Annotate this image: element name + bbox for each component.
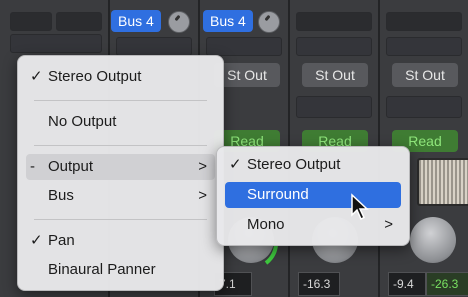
send-slot[interactable]: [386, 12, 462, 31]
insert-slot[interactable]: [56, 12, 102, 31]
send-slot[interactable]: [296, 12, 372, 31]
menu-separator: [34, 219, 207, 220]
menu-item-mono[interactable]: Mono >: [225, 212, 401, 238]
chevron-right-icon: >: [198, 187, 207, 204]
checkmark-icon: ✓: [30, 68, 43, 85]
group-slot[interactable]: [296, 96, 372, 118]
menu-item-label: Binaural Panner: [48, 261, 156, 278]
menu-item-label: Output: [48, 158, 94, 175]
send-level-knob[interactable]: [168, 11, 190, 33]
pan-knob[interactable]: [410, 217, 456, 263]
send-slot[interactable]: [10, 34, 102, 53]
menu-item-label: No Output: [48, 113, 117, 130]
checkmark-icon: ✓: [229, 156, 242, 173]
menu-item-surround[interactable]: Surround: [225, 182, 401, 208]
send-slot[interactable]: [296, 37, 372, 56]
send-level-knob[interactable]: [258, 11, 280, 33]
menu-item-no-output[interactable]: No Output: [26, 109, 215, 135]
menu-item-label: Stereo Output: [48, 68, 142, 85]
output-button[interactable]: St Out: [302, 63, 368, 87]
peak-value[interactable]: -26.3: [426, 272, 468, 296]
menu-item-label: Stereo Output: [247, 156, 341, 173]
output-submenu: ✓ Stereo Output Surround Mono >: [216, 146, 410, 246]
amp-icon[interactable]: [417, 158, 468, 206]
checkmark-icon: ✓: [30, 232, 43, 249]
menu-item-bus[interactable]: Bus >: [26, 183, 215, 209]
chevron-right-icon: >: [198, 158, 207, 175]
volume-value[interactable]: -9.4: [388, 272, 426, 296]
menu-item-label: Pan: [48, 232, 75, 249]
menu-separator: [34, 145, 207, 146]
menu-item-label: Surround: [247, 186, 309, 203]
group-slot[interactable]: [386, 96, 462, 118]
volume-value[interactable]: -16.3: [298, 272, 340, 296]
menu-item-binaural-panner[interactable]: Binaural Panner: [26, 257, 215, 283]
menu-item-label: Mono: [247, 216, 285, 233]
menu-item-label: Bus: [48, 187, 74, 204]
send-slot[interactable]: [116, 37, 192, 56]
chevron-right-icon: >: [384, 216, 393, 233]
menu-item-pan[interactable]: ✓ Pan: [26, 228, 215, 254]
menu-item-output[interactable]: - Output >: [26, 154, 215, 180]
send-slot[interactable]: [206, 37, 282, 56]
send-slot[interactable]: [386, 37, 462, 56]
insert-slot[interactable]: [10, 12, 52, 31]
menu-item-stereo-output[interactable]: ✓ Stereo Output: [225, 152, 401, 178]
bus-send-button[interactable]: Bus 4: [203, 10, 253, 32]
menu-separator: [34, 100, 207, 101]
output-menu: ✓ Stereo Output No Output - Output > Bus…: [17, 55, 224, 291]
menu-item-stereo-output[interactable]: ✓ Stereo Output: [26, 64, 215, 90]
mixed-state-icon: -: [30, 158, 35, 175]
output-button[interactable]: St Out: [392, 63, 458, 87]
cursor-icon: [351, 193, 369, 221]
bus-send-button[interactable]: Bus 4: [111, 10, 161, 32]
